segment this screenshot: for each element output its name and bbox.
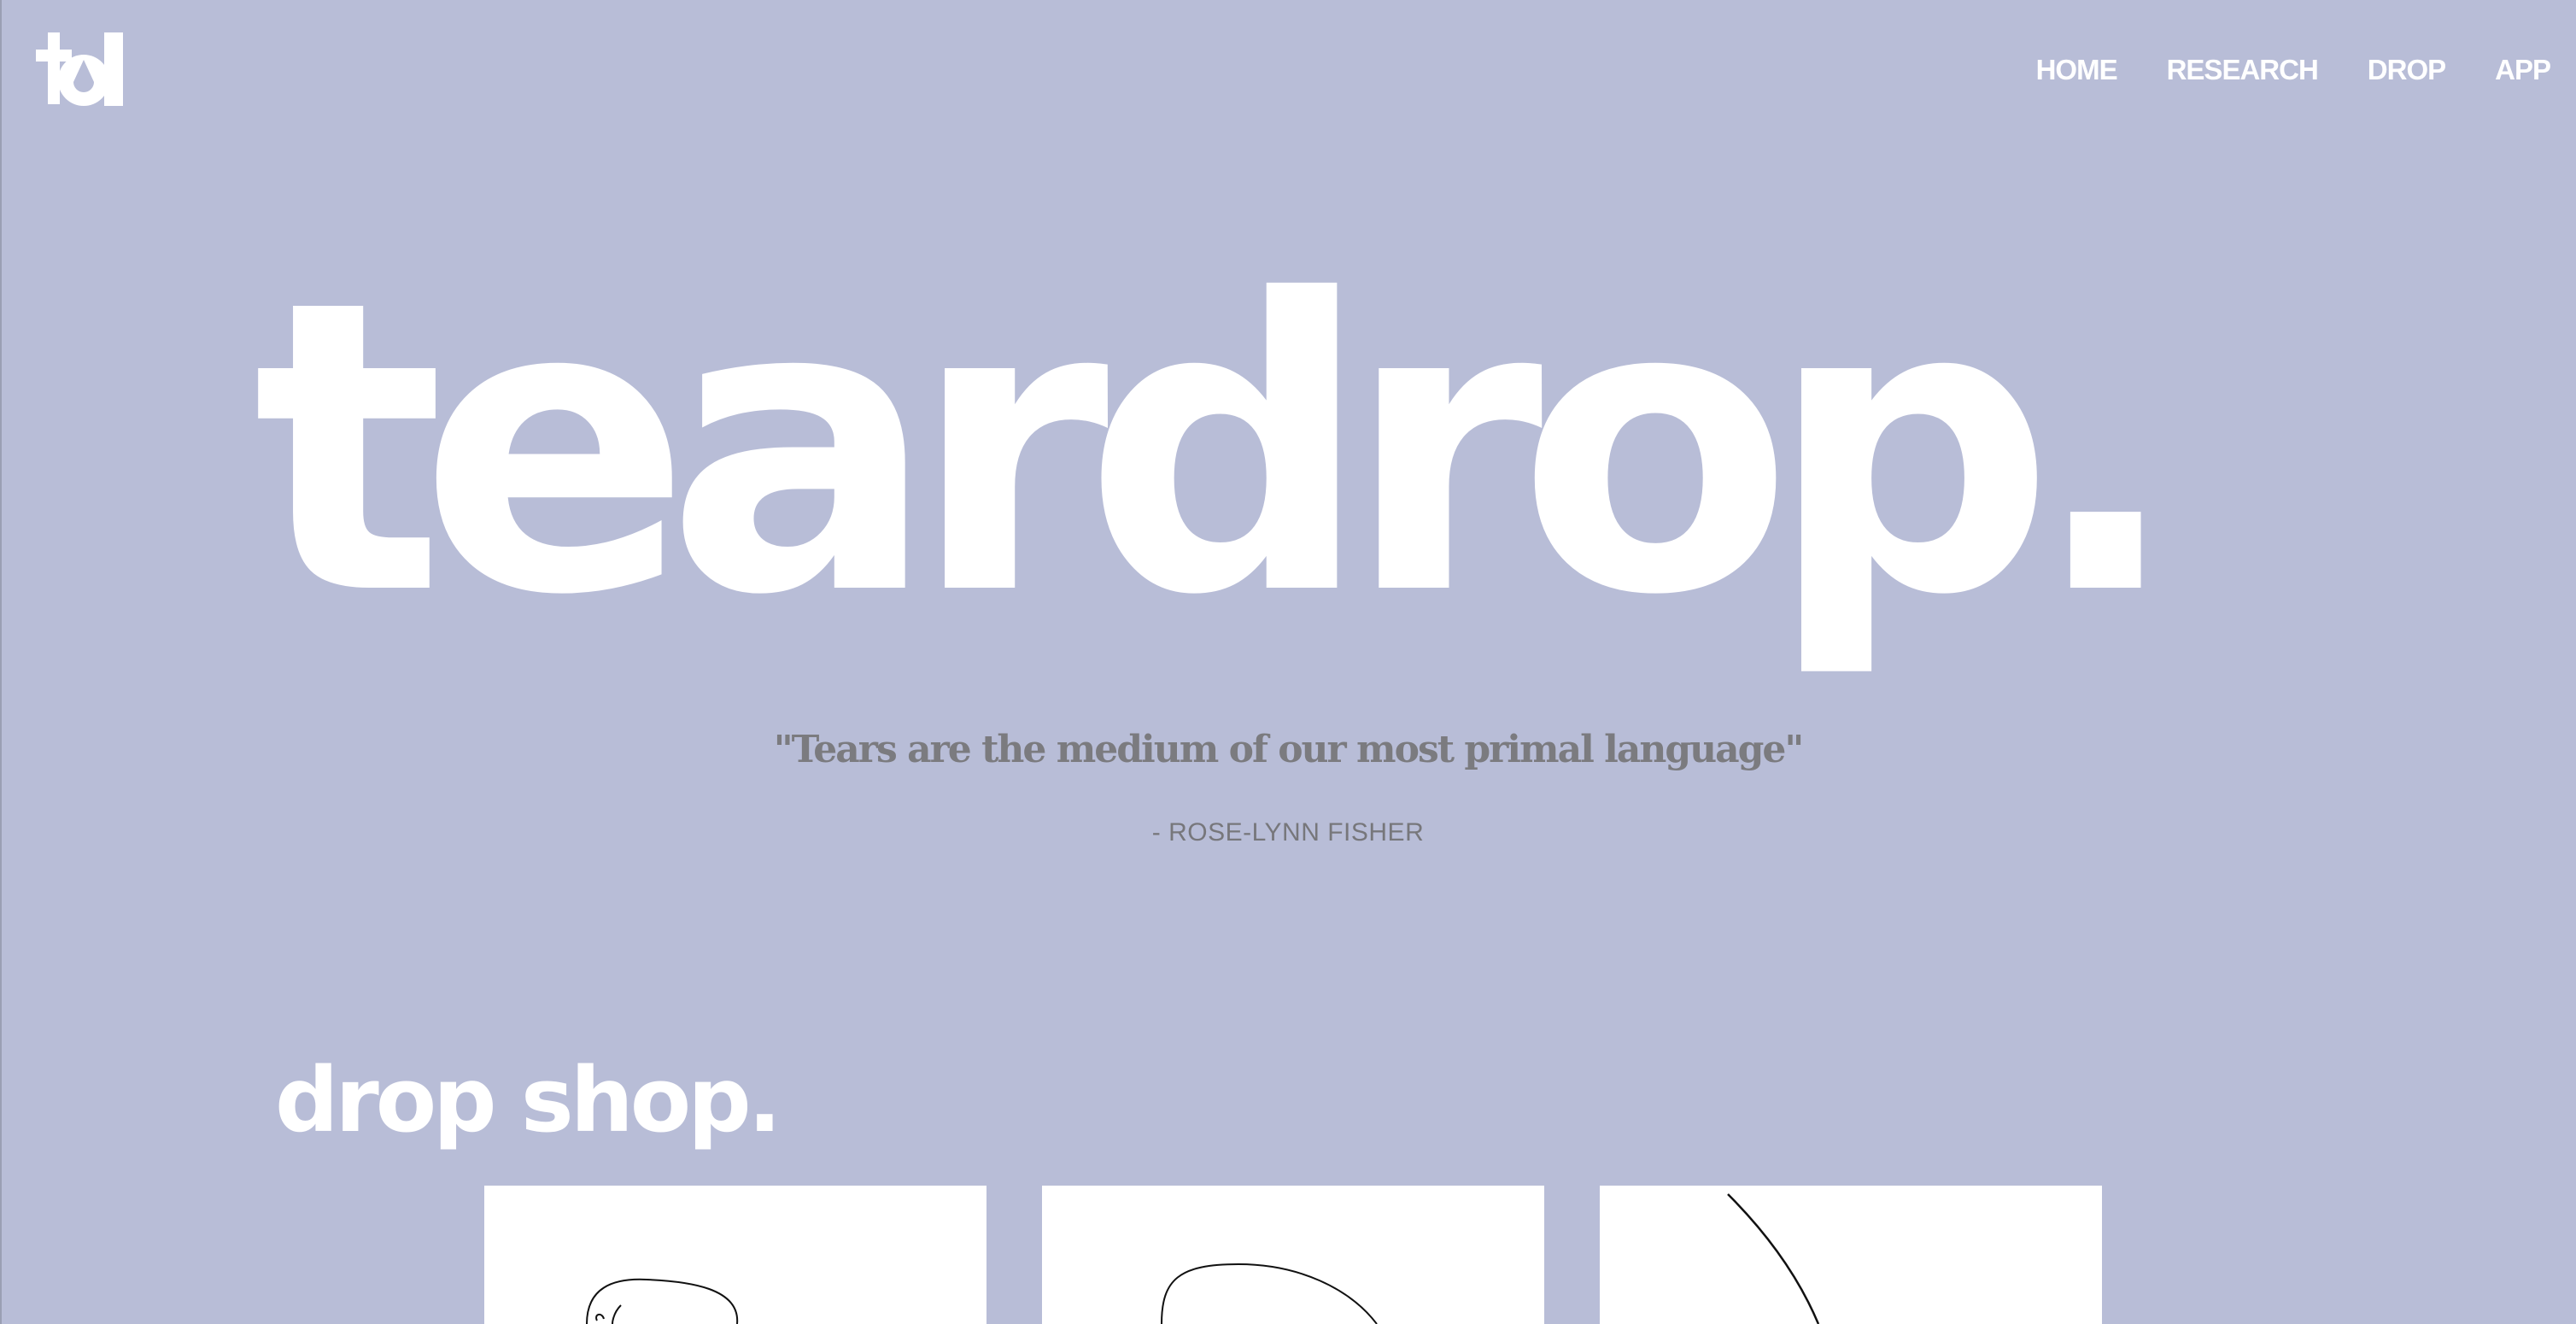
main-nav: HOME RESEARCH DROP APP [2036,53,2551,87]
hero-quote: "Tears are the medium of our most primal… [773,728,1805,771]
td-logo[interactable] [36,32,126,111]
wordmark-text: teardrop. [253,272,2156,683]
product-card[interactable] [484,1186,986,1324]
quote-attribution: - ROSE-LYNN FISHER [1151,818,1425,847]
nav-drop[interactable]: DROP [2368,53,2446,87]
line-art-stroke-icon [1727,1193,1820,1324]
td-logo-icon [36,32,123,106]
product-card[interactable] [1042,1186,1544,1324]
line-art-curve-icon [1161,1262,1378,1324]
nav-research[interactable]: RESEARCH [2167,53,2319,87]
nav-app[interactable]: APP [2495,53,2551,87]
hero-wordmark: teardrop. [253,272,2337,690]
nav-home[interactable]: HOME [2036,53,2118,87]
shop-heading: drop shop. [275,1048,782,1152]
line-art-sketch-icon [586,1278,739,1324]
left-edge-divider [0,0,2,1324]
product-card[interactable] [1600,1186,2102,1324]
page: HOME RESEARCH DROP APP teardrop. "Tears … [0,0,2576,1324]
